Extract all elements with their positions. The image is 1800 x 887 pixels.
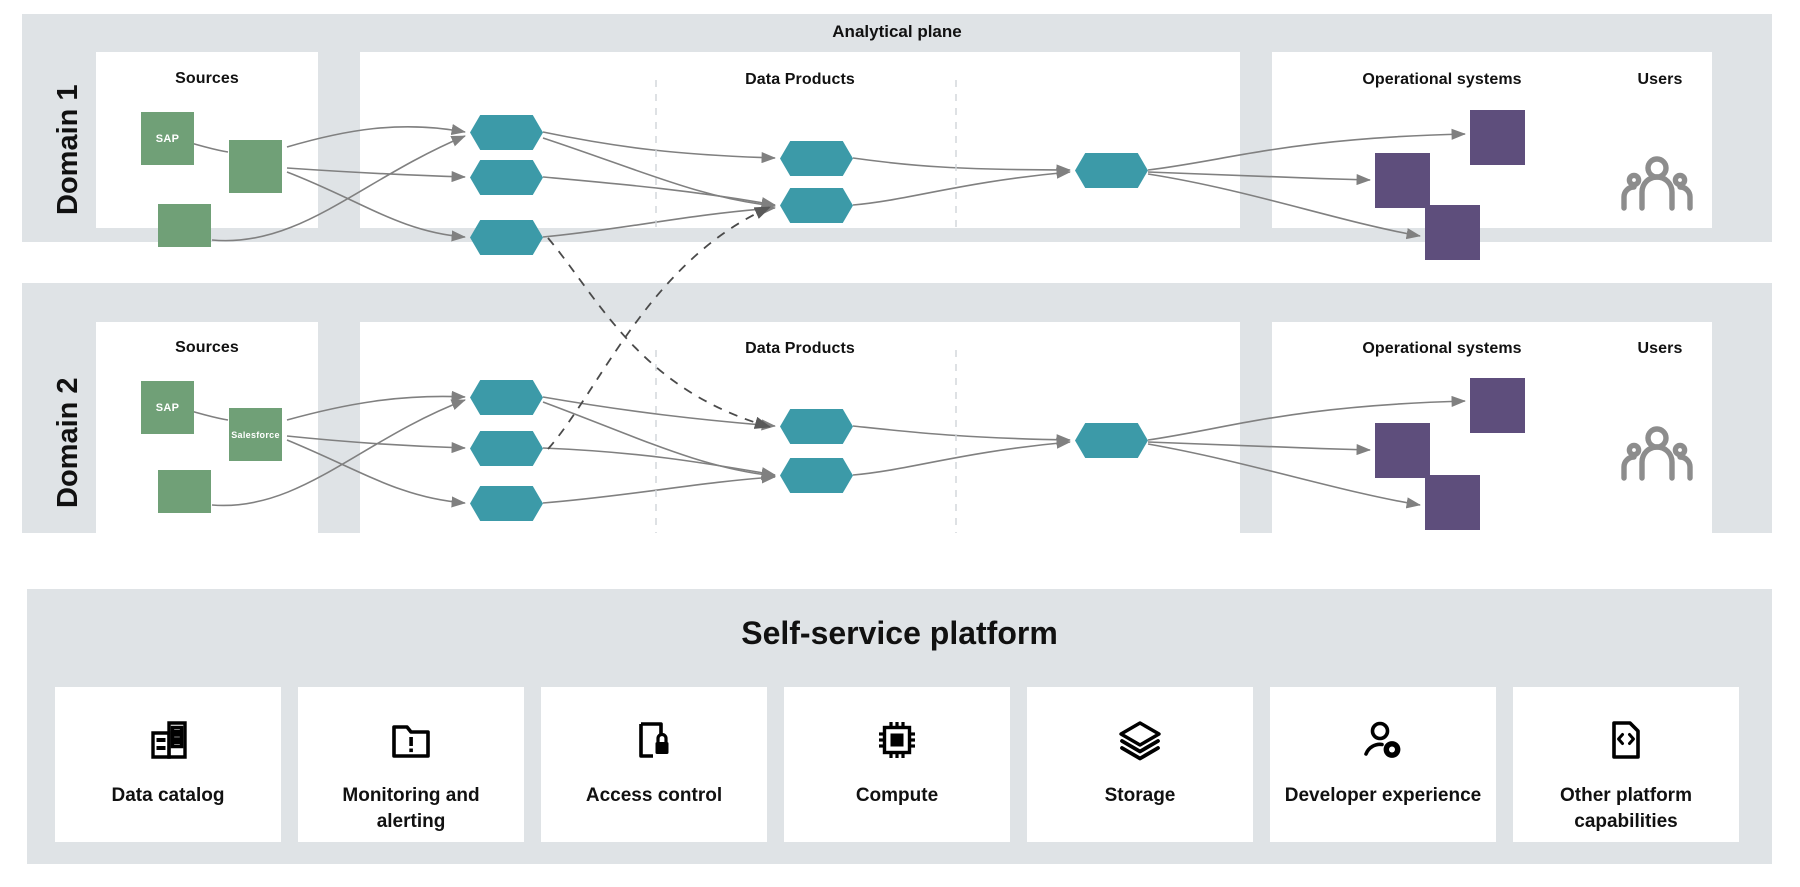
capability-card-developer-experience[interactable]: Developer experience: [1270, 687, 1496, 842]
mesh-architecture-diagram: Analytical plane Domain 1 Sources Data P…: [0, 0, 1800, 887]
domain-2-data-product-5[interactable]: [780, 458, 853, 493]
domain-1-data-product-2[interactable]: [470, 160, 543, 195]
capability-card-data-catalog[interactable]: Data catalog: [55, 687, 281, 842]
document-lock-icon: [633, 717, 675, 763]
domain-1-data-product-1[interactable]: [470, 115, 543, 150]
domain-1-source-2[interactable]: [229, 140, 282, 193]
domain-2-source-sap-label: SAP: [155, 401, 180, 414]
domain-1-operational-system-1[interactable]: [1470, 110, 1525, 165]
capability-label: Monitoring and alerting: [342, 785, 480, 832]
domain-2-data-product-1[interactable]: [470, 380, 543, 415]
domain-2-data-products-title: Data Products: [745, 340, 855, 357]
domain-2-data-product-3[interactable]: [470, 486, 543, 521]
domain-1-data-product-3[interactable]: [470, 220, 543, 255]
domain-1-source-3[interactable]: [158, 204, 211, 247]
domain-1-data-product-4[interactable]: [780, 141, 853, 176]
folder-alert-icon: [390, 717, 432, 763]
data-catalog-icon: [147, 717, 189, 763]
domain-2-operational-systems-title: Operational systems: [1362, 340, 1522, 357]
person-gear-icon: [1361, 717, 1405, 763]
domain-1-users-title: Users: [1637, 71, 1683, 88]
capability-label: Other platform capabilities: [1560, 785, 1692, 832]
domain-2-sources-title: Sources: [175, 339, 239, 356]
layers-icon: [1117, 717, 1163, 763]
domain-1-data-products-title: Data Products: [745, 71, 855, 88]
capability-card-storage[interactable]: Storage: [1027, 687, 1253, 842]
domain-2-data-product-4[interactable]: [780, 409, 853, 444]
domain-1-label: Domain 1: [52, 84, 84, 215]
domain-1-source-sap-label: SAP: [155, 132, 180, 145]
domain-1-source-sap[interactable]: SAP: [141, 112, 194, 165]
domain-2-operational-system-1[interactable]: [1470, 378, 1525, 433]
capability-card-compute[interactable]: Compute: [784, 687, 1010, 842]
domain-1-operational-system-2[interactable]: [1375, 153, 1430, 208]
capability-label: Data catalog: [111, 785, 225, 806]
capability-label: Compute: [855, 785, 939, 806]
domain-2-users-title: Users: [1637, 340, 1683, 357]
domain-2-users-icon: [1620, 425, 1694, 481]
domain-1-operational-system-3[interactable]: [1425, 205, 1480, 260]
domain-1-users-icon: [1620, 155, 1694, 211]
domain-1-data-product-5[interactable]: [780, 188, 853, 223]
domain-1-operational-systems-title: Operational systems: [1362, 71, 1522, 88]
self-service-platform-title: Self-service platform: [741, 615, 1058, 651]
document-code-icon: [1605, 717, 1647, 763]
domain-2-label: Domain 2: [52, 377, 84, 508]
domain-2-data-product-6[interactable]: [1075, 423, 1148, 458]
domain-2-source-sap[interactable]: SAP: [141, 381, 194, 434]
capability-label: Storage: [1104, 785, 1176, 806]
analytical-plane-title: Analytical plane: [832, 22, 962, 41]
domain-2-source-salesforce-label: Salesforce: [231, 429, 280, 440]
domain-2-source-3[interactable]: [158, 470, 211, 513]
capability-card-other-platform-capabilities[interactable]: Other platform capabilities: [1513, 687, 1739, 842]
cpu-chip-icon: [876, 717, 918, 763]
domain-2-operational-system-3[interactable]: [1425, 475, 1480, 530]
domain-2-source-salesforce[interactable]: Salesforce: [229, 408, 282, 461]
domain-1-sources-title: Sources: [175, 70, 239, 87]
capability-label: Developer experience: [1284, 785, 1482, 806]
capability-card-monitoring-and-alerting[interactable]: Monitoring and alerting: [298, 687, 524, 842]
domain-2-operational-system-2[interactable]: [1375, 423, 1430, 478]
domain-1-data-product-6[interactable]: [1075, 153, 1148, 188]
capability-card-access-control[interactable]: Access control: [541, 687, 767, 842]
capability-label: Access control: [585, 785, 723, 806]
domain-2-data-product-2[interactable]: [470, 431, 543, 466]
